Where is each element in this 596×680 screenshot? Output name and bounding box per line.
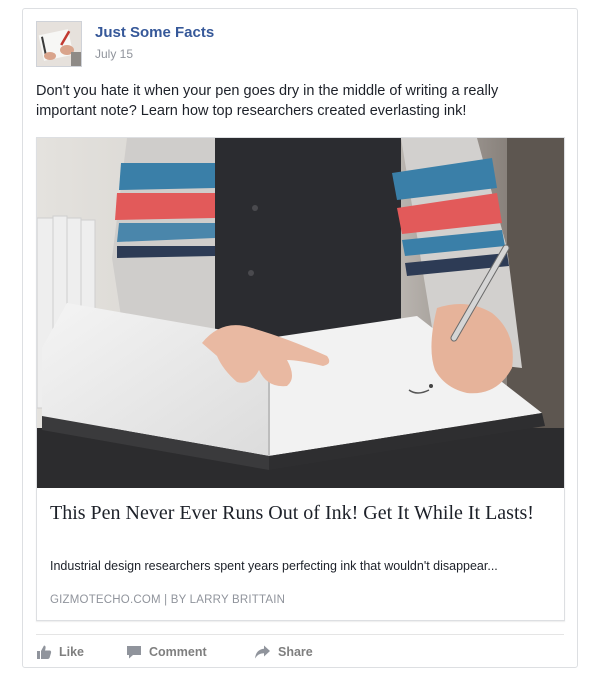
link-title[interactable]: This Pen Never Ever Runs Out of Ink! Get… (50, 500, 550, 526)
page-avatar[interactable] (36, 21, 82, 67)
page-name-link[interactable]: Just Some Facts (95, 24, 214, 41)
share-label: Share (278, 645, 313, 659)
share-arrow-icon (254, 644, 271, 660)
post-text: Don't you hate it when your pen goes dry… (36, 83, 499, 119)
feed-post-card: Just Some Facts July 15 Don't you hate i… (22, 8, 578, 668)
post-header: Just Some Facts July 15 (36, 21, 565, 71)
comment-label: Comment (149, 645, 207, 659)
link-source-byline: GIZMOTECHO.COM | BY LARRY BRITTAIN (50, 594, 286, 606)
share-button[interactable]: Share (254, 641, 313, 663)
thumbs-up-icon (36, 644, 52, 660)
link-preview-card[interactable]: This Pen Never Ever Runs Out of Ink! Get… (36, 137, 565, 621)
link-preview-image[interactable] (37, 138, 564, 488)
comment-button[interactable]: Comment (126, 641, 207, 663)
like-label: Like (59, 645, 85, 659)
post-timestamp[interactable]: July 15 (95, 47, 133, 61)
like-button[interactable]: Like (36, 641, 84, 663)
speech-bubble-icon (126, 644, 142, 660)
link-description: Industrial design researchers spent year… (50, 559, 498, 573)
actions-divider (36, 634, 564, 635)
